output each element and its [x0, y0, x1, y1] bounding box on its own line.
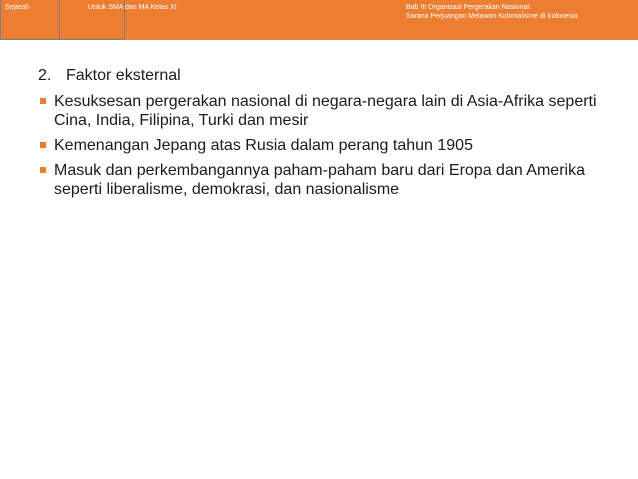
list-item: Kesuksesan pergerakan nasional di negara…	[38, 92, 608, 130]
header-grade: Untuk SMA dan MA Kelas XI	[60, 0, 177, 40]
header-bar: Sejarah Untuk SMA dan MA Kelas XI Bab II…	[0, 0, 638, 40]
list-item: Kemenangan Jepang atas Rusia dalam peran…	[38, 136, 608, 155]
section-title: Faktor eksternal	[66, 67, 181, 84]
bullet-list: Kesuksesan pergerakan nasional di negara…	[38, 92, 608, 199]
section-number: 2.	[38, 67, 52, 84]
header-chapter: Bab III Organisasi Pergerakan Nasional: …	[406, 0, 636, 40]
square-bullet-icon	[40, 142, 46, 148]
list-item-text: Masuk dan perkembangannya paham-paham ba…	[54, 162, 585, 198]
section-heading: 2. Faktor eksternal	[38, 66, 608, 86]
list-item: Masuk dan perkembangannya paham-paham ba…	[38, 161, 608, 199]
list-item-text: Kesuksesan pergerakan nasional di negara…	[54, 93, 597, 129]
square-bullet-icon	[40, 98, 46, 104]
list-item-text: Kemenangan Jepang atas Rusia dalam peran…	[54, 137, 473, 154]
slide: Sejarah Untuk SMA dan MA Kelas XI Bab II…	[0, 0, 638, 479]
slide-content: 2. Faktor eksternal Kesuksesan pergeraka…	[38, 66, 608, 205]
square-bullet-icon	[40, 167, 46, 173]
header-subject: Sejarah	[0, 0, 60, 40]
header-chapter-line2: Sarana Perjuangan Melawan Kolonialisme d…	[406, 13, 578, 20]
header-chapter-line1: Bab III Organisasi Pergerakan Nasional:	[406, 4, 531, 11]
